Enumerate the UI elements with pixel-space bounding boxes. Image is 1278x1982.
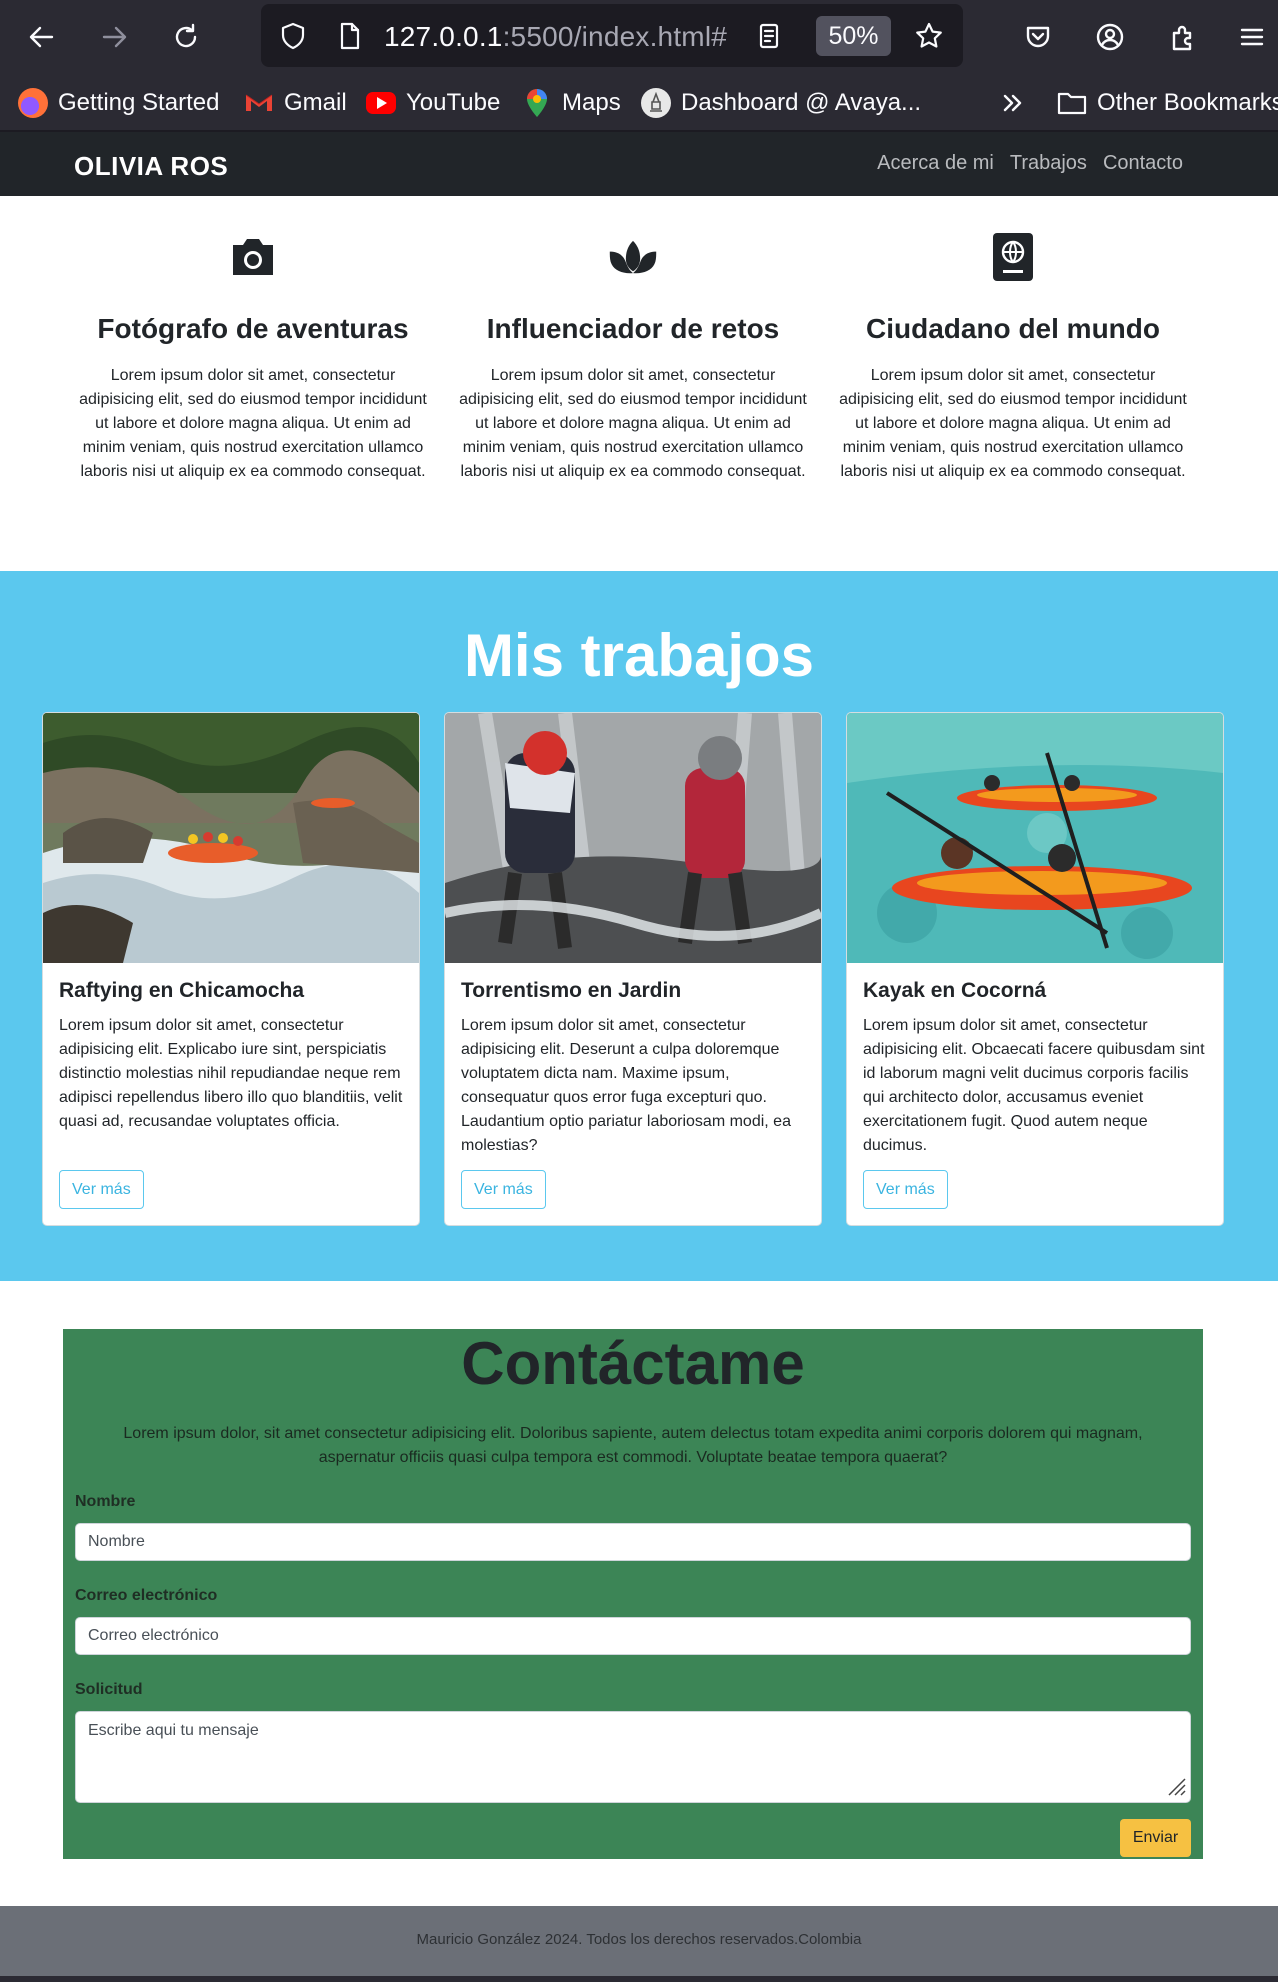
bookmark-label: Getting Started	[58, 89, 220, 116]
bookmark-label: Dashboard @ Avaya...	[681, 89, 922, 116]
other-bookmarks[interactable]: Other Bookmarks	[1057, 85, 1278, 121]
brand-logo[interactable]: OLIVIA ROS	[74, 151, 228, 182]
feature-text: Lorem ipsum dolor sit amet, consectetur …	[459, 367, 807, 480]
nav-link-contacto[interactable]: Contacto	[1103, 152, 1183, 175]
passport-icon	[988, 232, 1038, 282]
other-bookmarks-label: Other Bookmarks	[1097, 89, 1278, 116]
resize-grip-icon[interactable]	[1165, 1775, 1187, 1797]
zoom-badge[interactable]: 50%	[816, 16, 891, 56]
feature-title: Influenciador de retos	[486, 313, 780, 344]
bookmark-getting-started[interactable]: Getting Started	[18, 85, 219, 121]
site-navbar: OLIVIA ROS Acerca de mi Trabajos Contact…	[0, 132, 1278, 196]
firefox-icon	[18, 88, 48, 118]
name-label: Nombre	[75, 1493, 136, 1510]
bookmark-youtube[interactable]: YouTube	[366, 85, 500, 121]
nav-link-trabajos[interactable]: Trabajos	[1010, 152, 1087, 175]
works-title: Mis trabajos	[463, 622, 815, 689]
extensions-icon[interactable]	[1160, 15, 1204, 59]
youtube-icon	[366, 92, 396, 114]
dashboard-icon	[641, 88, 671, 118]
window-bottom-edge	[0, 1976, 1278, 1982]
work-card-text: Lorem ipsum dolor sit amet, consectetur …	[461, 1017, 791, 1154]
canyoning-photo	[445, 713, 821, 963]
work-card-title: Torrentismo en Jardin	[461, 979, 682, 1002]
ver-mas-button[interactable]: Ver más	[461, 1170, 546, 1209]
camera-icon	[228, 232, 278, 282]
footer-text: Mauricio González 2024. Todos los derech…	[416, 1931, 862, 1948]
work-card-text: Lorem ipsum dolor sit amet, consectetur …	[863, 1017, 1205, 1154]
url-path: :5500/index.html#	[502, 21, 728, 52]
bookmark-label: YouTube	[406, 89, 501, 116]
submit-button[interactable]: Enviar	[1120, 1819, 1191, 1857]
message-label: Solicitud	[75, 1681, 143, 1698]
bookmark-gmail[interactable]: Gmail	[244, 85, 347, 121]
nav-links: Acerca de mi Trabajos Contacto	[877, 152, 1183, 175]
kayak-photo	[847, 713, 1223, 963]
work-card-title: Kayak en Cocorná	[863, 979, 1047, 1002]
name-input[interactable]	[75, 1523, 1191, 1561]
pocket-icon[interactable]	[1016, 15, 1060, 59]
ver-mas-button[interactable]: Ver más	[863, 1170, 948, 1209]
bookmarks-bar: Getting Started Gmail YouTube Maps Dashb…	[0, 75, 1278, 132]
bookmark-label: Maps	[562, 89, 621, 116]
account-icon[interactable]	[1088, 15, 1132, 59]
work-card: Raftying en Chicamocha Lorem ipsum dolor…	[42, 712, 420, 1226]
url-bar[interactable]: 127.0.0.1:5500/index.html# 50%	[261, 4, 963, 67]
works-section: Mis trabajos Raftying en Chicamocha Lore…	[0, 571, 1278, 1281]
feature-text: Lorem ipsum dolor sit amet, consectetur …	[839, 367, 1187, 480]
feature-title: Ciudadano del mundo	[866, 313, 1160, 344]
browser-toolbar: 127.0.0.1:5500/index.html# 50%	[0, 0, 1278, 75]
bookmark-label: Gmail	[284, 89, 347, 116]
url-host: 127.0.0.1	[384, 21, 503, 52]
gmail-icon	[244, 88, 274, 118]
contact-section: Contáctame Lorem ipsum dolor, sit amet c…	[63, 1329, 1203, 1859]
star-icon[interactable]	[911, 18, 947, 54]
lotus-icon	[608, 232, 658, 282]
work-card: Torrentismo en Jardin Lorem ipsum dolor …	[444, 712, 822, 1226]
url-text[interactable]: 127.0.0.1:5500/index.html#	[384, 21, 727, 53]
forward-icon[interactable]	[92, 15, 136, 59]
bookmark-dashboard[interactable]: Dashboard @ Avaya...	[641, 85, 921, 121]
email-label: Correo electrónico	[75, 1587, 218, 1604]
back-icon[interactable]	[20, 15, 64, 59]
ver-mas-button[interactable]: Ver más	[59, 1170, 144, 1209]
overflow-chevron-icon[interactable]	[998, 85, 1028, 121]
work-card-title: Raftying en Chicamocha	[59, 979, 305, 1002]
contact-intro: Lorem ipsum dolor, sit amet consectetur …	[123, 1425, 1143, 1466]
menu-icon[interactable]	[1232, 15, 1272, 59]
rafting-photo	[43, 713, 419, 963]
work-card: Kayak en Cocorná Lorem ipsum dolor sit a…	[846, 712, 1224, 1226]
folder-icon	[1057, 88, 1087, 118]
feature-title: Fotógrafo de aventuras	[97, 313, 409, 344]
email-input[interactable]	[75, 1617, 1191, 1655]
page-icon[interactable]	[331, 18, 367, 54]
work-card-text: Lorem ipsum dolor sit amet, consectetur …	[59, 1017, 403, 1130]
site-footer: Mauricio González 2024. Todos los derech…	[0, 1906, 1278, 1976]
message-textarea[interactable]	[75, 1711, 1191, 1803]
reload-icon[interactable]	[164, 15, 208, 59]
feature-text: Lorem ipsum dolor sit amet, consectetur …	[79, 367, 427, 480]
nav-link-acerca[interactable]: Acerca de mi	[877, 152, 994, 175]
features-section: Fotógrafo de aventuras Lorem ipsum dolor…	[0, 196, 1278, 571]
maps-icon	[522, 88, 552, 118]
reader-view-icon[interactable]	[751, 18, 787, 54]
contact-title: Contáctame	[461, 1330, 805, 1397]
shield-icon[interactable]	[275, 18, 311, 54]
bookmark-maps[interactable]: Maps	[522, 85, 621, 121]
